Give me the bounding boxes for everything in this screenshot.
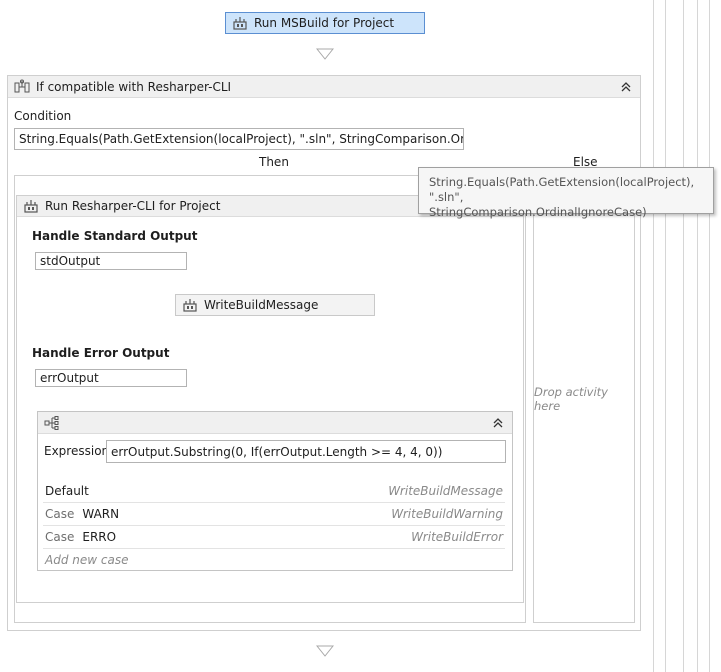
- tooltip-line: String.Equals(Path.GetExtension(localPro…: [429, 175, 695, 204]
- case-activity[interactable]: WriteBuildError: [411, 530, 503, 544]
- else-branch[interactable]: Drop activity here: [533, 175, 635, 623]
- guide-line: [653, 0, 654, 672]
- activity-icon: [232, 15, 248, 31]
- err-output-input[interactable]: errOutput: [35, 369, 187, 387]
- case-key: ERRO: [82, 530, 117, 544]
- switch-activity-header[interactable]: [38, 412, 512, 434]
- collapse-icon[interactable]: [618, 79, 634, 95]
- run-msbuild-activity[interactable]: Run MSBuild for Project: [225, 12, 425, 34]
- default-case-row[interactable]: Default WriteBuildMessage: [43, 480, 505, 503]
- case-word: Case: [45, 530, 75, 544]
- tooltip-line: StringComparison.OrdinalIgnoreCase): [429, 205, 647, 219]
- std-output-label: Handle Standard Output: [32, 229, 198, 243]
- condition-label: Condition: [14, 109, 72, 123]
- condition-input[interactable]: String.Equals(Path.GetExtension(localPro…: [14, 128, 464, 150]
- then-label: Then: [259, 155, 289, 169]
- if-activity-title: If compatible with Resharper-CLI: [36, 79, 232, 94]
- case-list: Default WriteBuildMessage Case WARN Writ…: [43, 480, 505, 571]
- expression-label: Expression: [44, 444, 110, 458]
- case-row[interactable]: Case ERRO WriteBuildError: [43, 526, 505, 549]
- if-activity-header[interactable]: If compatible with Resharper-CLI: [8, 76, 640, 98]
- flow-arrow-icon[interactable]: [315, 48, 335, 60]
- activity-icon: [23, 198, 39, 214]
- case-row[interactable]: Case WARN WriteBuildWarning: [43, 503, 505, 526]
- expression-input[interactable]: errOutput.Substring(0, If(errOutput.Leng…: [106, 440, 506, 463]
- err-output-label: Handle Error Output: [32, 346, 170, 360]
- default-activity[interactable]: WriteBuildMessage: [388, 484, 503, 498]
- activity-label: WriteBuildMessage: [204, 298, 319, 312]
- if-icon: [14, 79, 30, 95]
- switch-icon: [44, 415, 60, 431]
- flow-arrow-icon[interactable]: [315, 645, 335, 657]
- resharper-activity-title: Run Resharper-CLI for Project: [45, 199, 221, 213]
- add-case-row[interactable]: Add new case: [43, 549, 505, 571]
- activity-icon: [182, 297, 198, 313]
- case-key: WARN: [82, 507, 120, 521]
- case-activity[interactable]: WriteBuildWarning: [391, 507, 503, 521]
- guide-line: [665, 0, 666, 672]
- write-build-message-activity[interactable]: WriteBuildMessage: [175, 294, 375, 316]
- guide-line: [697, 0, 698, 672]
- condition-tooltip: String.Equals(Path.GetExtension(localPro…: [418, 167, 714, 219]
- activity-label: Run MSBuild for Project: [254, 16, 395, 30]
- case-word: Case: [45, 507, 75, 521]
- guide-line: [683, 0, 684, 672]
- collapse-icon[interactable]: [490, 415, 506, 431]
- std-output-input[interactable]: stdOutput: [35, 252, 187, 270]
- add-new-case-link[interactable]: Add new case: [45, 553, 128, 567]
- guide-line: [709, 0, 710, 672]
- default-label: Default: [45, 484, 89, 498]
- drop-activity-placeholder: Drop activity here: [534, 385, 608, 413]
